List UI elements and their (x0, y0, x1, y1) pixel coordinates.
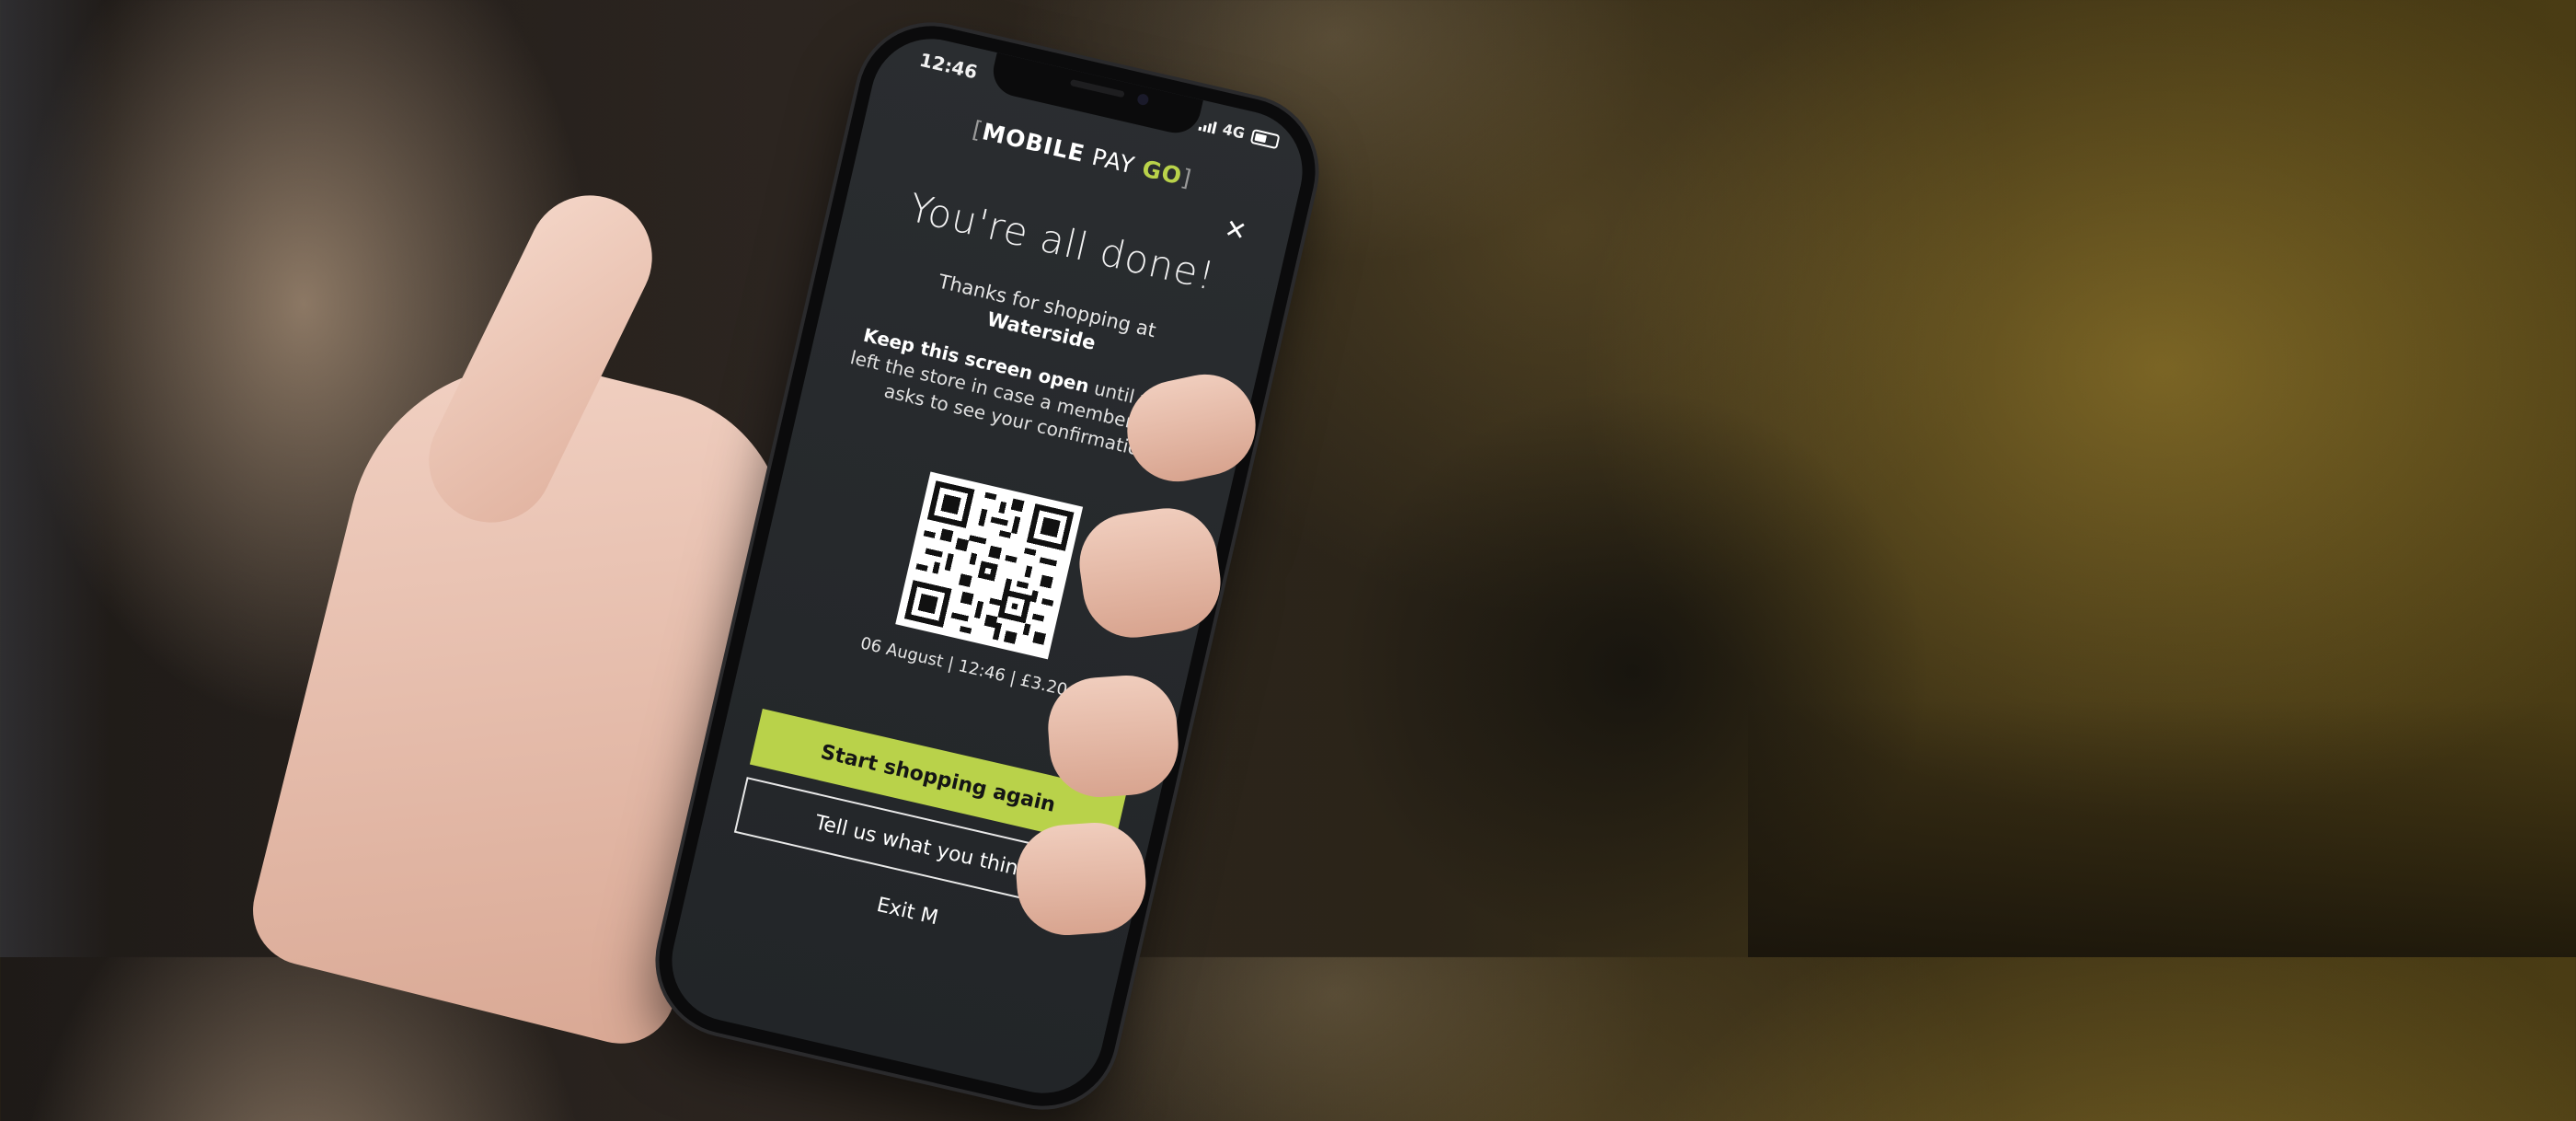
logo-go: GO (1139, 155, 1185, 191)
background-wall (0, 0, 110, 957)
close-icon[interactable]: ✕ (1222, 213, 1249, 247)
logo-pay: PAY (1089, 143, 1138, 179)
network-label: 4G (1221, 120, 1247, 143)
signal-icon (1198, 117, 1217, 133)
qr-code (895, 471, 1084, 660)
battery-icon (1249, 128, 1281, 149)
qr-code-graphic (903, 480, 1075, 645)
status-indicators: 4G (1198, 115, 1281, 150)
phone-body: 12:46 4G [MOBILE PAY GO] ✕ You're all do… (644, 11, 1330, 1121)
phone: 12:46 4G [MOBILE PAY GO] ✕ You're all do… (644, 11, 1330, 1121)
front-camera (1136, 92, 1150, 107)
speaker-grille (1069, 78, 1125, 98)
background-floor (1748, 699, 2576, 957)
phone-notch (988, 52, 1203, 138)
hand-finger-ring (1044, 672, 1182, 801)
status-time: 12:46 (917, 48, 980, 84)
logo-mobile: MOBILE (979, 118, 1088, 168)
